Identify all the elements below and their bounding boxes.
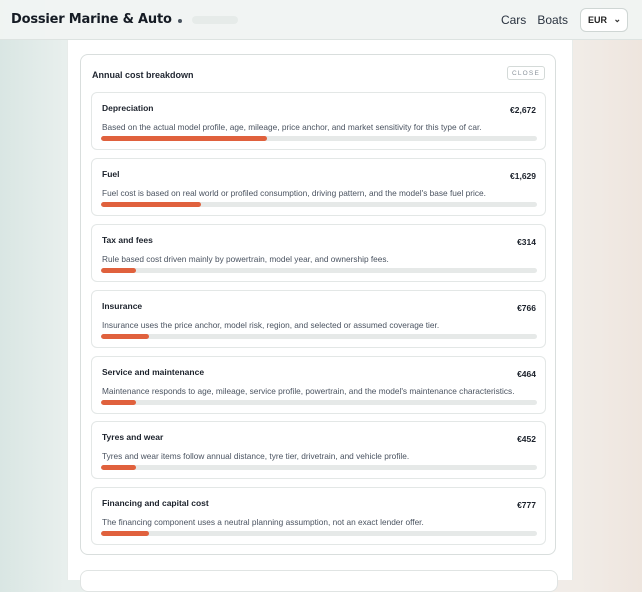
brand-logo[interactable]: Dossier Marine & Auto — [11, 12, 172, 27]
cost-item-amount: €2,672 — [510, 105, 536, 115]
cost-item-description: Maintenance responds to age, mileage, se… — [102, 386, 515, 396]
nav-link-cars[interactable]: Cars — [501, 13, 526, 27]
cost-item-title: Financing and capital cost — [102, 498, 209, 508]
cost-share-track — [101, 136, 537, 141]
chevron-down-icon: ⌄ — [613, 14, 621, 24]
cost-item-card: Service and maintenance €464 Maintenance r… — [91, 356, 546, 414]
cost-item-title: Tyres and wear — [102, 432, 164, 442]
cost-item-card: Tax and fees €314 Rule based cost driven m… — [91, 224, 546, 282]
cost-share-track — [101, 400, 537, 405]
faded-placeholder — [191, 15, 238, 24]
close-button[interactable]: CLOSE — [507, 66, 545, 80]
cost-item-description: Rule based cost driven mainly by powertr… — [102, 254, 389, 264]
cost-item-description: Based on the actual model profile, age, … — [102, 122, 482, 132]
cost-item-description: The financing component uses a neutral p… — [102, 517, 424, 527]
cost-item-amount: €766 — [517, 303, 536, 313]
cost-share-bar — [101, 202, 202, 207]
cost-item-amount: €314 — [517, 237, 536, 247]
cost-item-title: Service and maintenance — [102, 367, 205, 377]
currency-value: EUR — [588, 14, 608, 25]
cost-share-bar — [101, 400, 136, 405]
cost-share-track — [101, 268, 537, 273]
cost-item-amount: €452 — [517, 434, 536, 444]
cost-item-amount: €777 — [517, 500, 536, 510]
nav-link-boats[interactable]: Boats — [537, 13, 568, 27]
cost-item-title: Insurance — [102, 301, 143, 311]
cost-item-description: Insurance uses the price anchor, model r… — [102, 320, 440, 330]
cost-item-description: Fuel cost is based on real world or prof… — [102, 188, 486, 198]
next-section-card — [80, 570, 558, 592]
cost-item-title: Tax and fees — [102, 235, 153, 245]
cost-share-track — [101, 531, 537, 536]
cost-share-bar — [101, 268, 136, 273]
cost-share-track — [101, 334, 537, 339]
cost-item-card: Financing and capital cost €777 The financ… — [91, 487, 546, 545]
cost-item-description: Tyres and wear items follow annual dista… — [102, 451, 410, 461]
cost-share-bar — [101, 531, 149, 536]
cost-item-card: Tyres and wear €452 Tyres and wear items f… — [91, 421, 546, 479]
cost-item-amount: €464 — [517, 369, 536, 379]
cost-share-track — [101, 202, 537, 207]
cost-share-bar — [101, 136, 267, 141]
cost-item-amount: €1,629 — [510, 171, 536, 181]
cost-item-card: Fuel €1,629 Fuel cost is based on real wor… — [91, 158, 546, 216]
cost-item-card: Insurance €766 Insurance uses the price an… — [91, 290, 546, 348]
cost-item-card: Depreciation €2,672 Based on the actual mo… — [91, 92, 546, 150]
cost-share-track — [101, 465, 537, 470]
currency-select[interactable]: EUR ⌄ — [580, 7, 628, 32]
panel-title: Annual cost breakdown — [92, 70, 194, 80]
top-nav-bar: Dossier Marine & Auto Cars Boats EUR ⌄ — [0, 0, 642, 40]
cost-share-bar — [101, 334, 149, 339]
status-dot-icon — [177, 18, 182, 23]
cost-share-bar — [101, 465, 136, 470]
cost-item-title: Depreciation — [102, 103, 154, 113]
cost-item-title: Fuel — [102, 169, 120, 179]
